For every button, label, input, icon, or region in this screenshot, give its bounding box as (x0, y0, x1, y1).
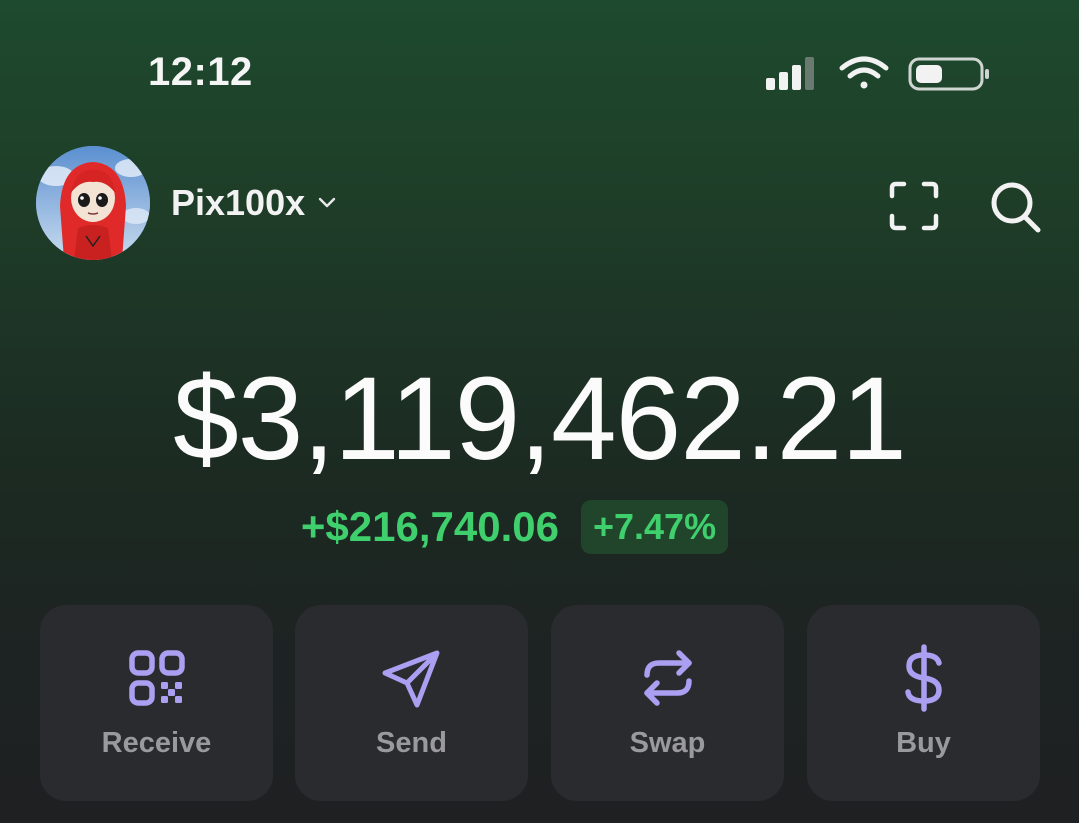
swap-button[interactable]: Swap (551, 605, 784, 801)
account-switcher[interactable]: Pix100x (171, 182, 339, 224)
receive-label: Receive (101, 727, 212, 759)
buy-label: Buy (896, 727, 951, 759)
status-bar-time: 12:12 (148, 50, 253, 94)
dollar-icon (904, 644, 942, 712)
battery-icon (908, 57, 989, 91)
change-amount: +$216,740.06 (300, 503, 559, 550)
status-bar-icons (766, 56, 989, 91)
send-icon (382, 650, 439, 708)
swap-icon (643, 650, 692, 706)
action-bar: Receive Send Swap Buy (40, 605, 1040, 801)
avatar[interactable] (36, 146, 150, 260)
change-percent-badge: +7.47% (580, 500, 729, 554)
send-button[interactable]: Send (295, 605, 528, 801)
cellular-signal-icon (766, 57, 814, 90)
send-label: Send (376, 727, 447, 759)
receive-button[interactable]: Receive (40, 605, 273, 801)
search-icon (991, 182, 1041, 233)
portfolio-change: +$216,740.06 +7.47% (0, 500, 1079, 554)
scan-button[interactable] (884, 176, 944, 236)
chevron-down-icon (318, 197, 336, 208)
swap-label: Swap (629, 727, 706, 759)
qr-code-icon (128, 650, 185, 706)
portfolio-balance: $3,119,462.21 (173, 353, 907, 485)
avatar-image (36, 146, 150, 260)
search-button[interactable] (986, 176, 1046, 236)
account-name: Pix100x (171, 182, 306, 223)
scan-icon (889, 181, 939, 231)
wifi-icon (839, 56, 889, 89)
buy-button[interactable]: Buy (807, 605, 1040, 801)
